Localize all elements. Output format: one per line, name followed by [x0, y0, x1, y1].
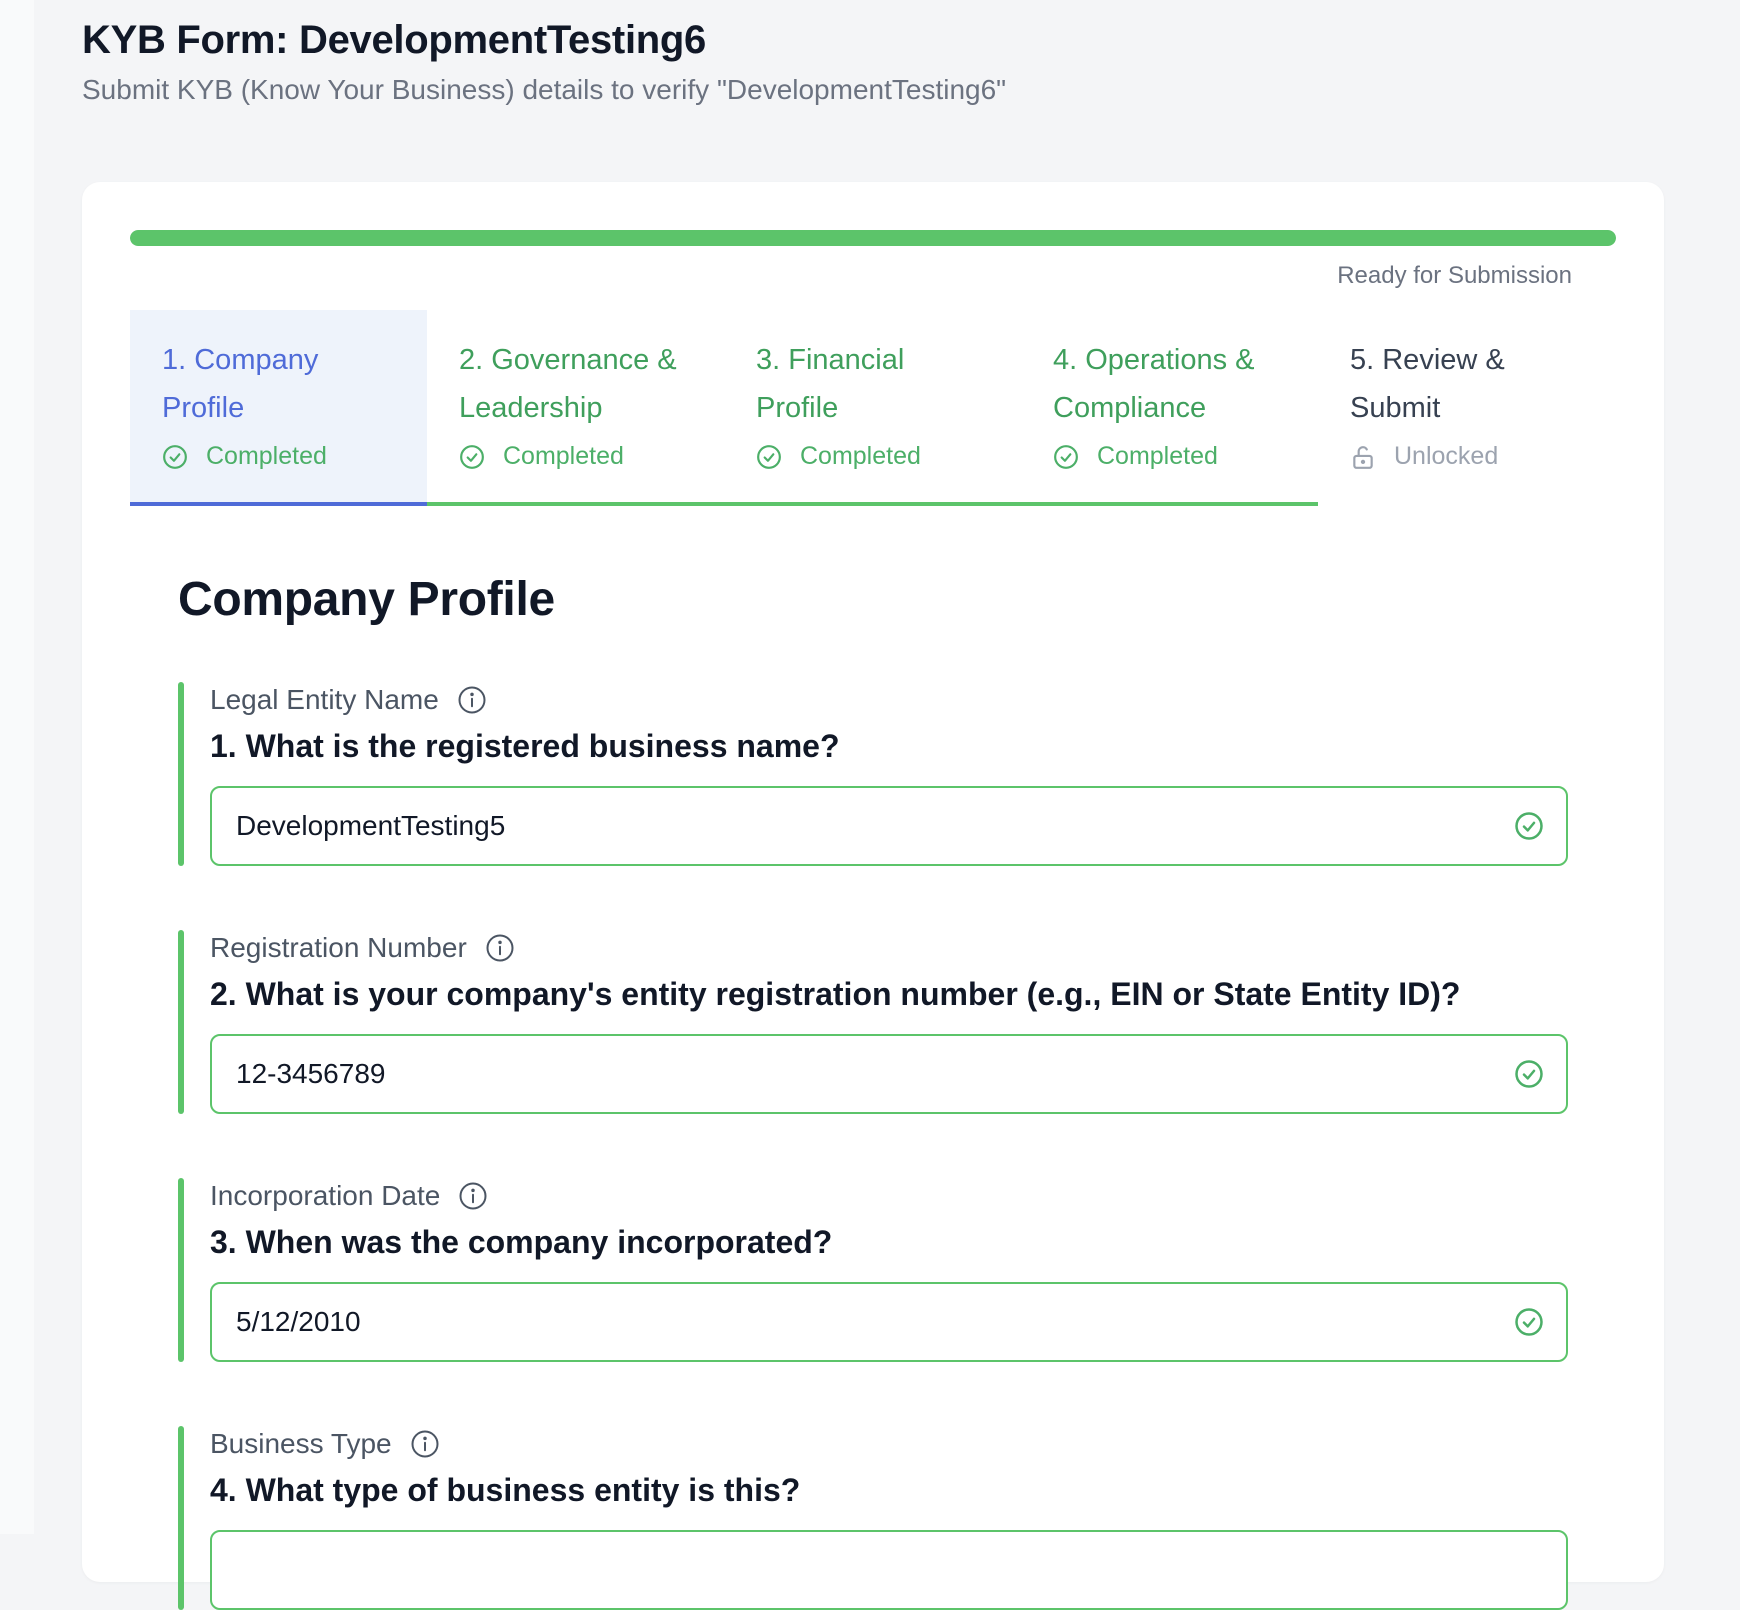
question-text: 2. What is your company's entity registr… [210, 976, 1461, 1012]
tab-label: 5. Review & Submit [1350, 344, 1505, 424]
tab-status-label: Completed [503, 442, 624, 470]
check-circle-icon [1054, 444, 1078, 469]
question-accent-bar [178, 1178, 184, 1362]
tab-status: Unlocked [1350, 442, 1583, 471]
tab-operations-compliance[interactable]: 4. Operations & Compliance Completed [1021, 310, 1318, 506]
progress-bar-fill [130, 230, 1616, 246]
tab-label: 2. Governance & Leadership [459, 344, 677, 424]
check-circle-icon [460, 444, 484, 469]
tab-governance-leadership[interactable]: 2. Governance & Leadership Completed [427, 310, 724, 506]
progress-status-text: Ready for Submission [1337, 262, 1572, 289]
question-incorporation-date: Incorporation Date 3. When was the compa… [178, 1178, 1578, 1362]
tab-underline [1318, 502, 1615, 506]
field-label: Incorporation Date [210, 1180, 488, 1212]
legal-entity-name-input[interactable] [236, 788, 1476, 864]
info-icon[interactable] [410, 1429, 440, 1459]
check-circle-icon [163, 444, 187, 469]
answer-field [210, 786, 1568, 866]
question-text: 3. When was the company incorporated? [210, 1224, 833, 1260]
info-icon[interactable] [458, 1181, 488, 1211]
tab-status-label: Completed [800, 442, 921, 470]
question-legal-entity-name: Legal Entity Name 1. What is the registe… [178, 682, 1578, 866]
tab-status: Completed [756, 442, 989, 471]
field-label-text: Legal Entity Name [210, 684, 439, 715]
tab-underline [130, 502, 427, 506]
section-title: Company Profile [178, 573, 555, 626]
tab-underline [724, 502, 1021, 506]
answer-field [210, 1530, 1568, 1610]
info-icon[interactable] [485, 933, 515, 963]
tab-status: Completed [1053, 442, 1286, 471]
check-circle-icon [757, 444, 781, 469]
check-circle-icon [1515, 812, 1543, 840]
page-subtitle: Submit KYB (Know Your Business) details … [82, 74, 1007, 105]
field-label-text: Registration Number [210, 932, 467, 963]
business-type-input[interactable] [236, 1532, 1476, 1608]
field-label-text: Incorporation Date [210, 1180, 441, 1211]
tab-underline [1021, 502, 1318, 506]
question-registration-number: Registration Number 2. What is your comp… [178, 930, 1578, 1114]
unlock-icon [1353, 445, 1373, 469]
tab-status: Completed [459, 442, 692, 471]
step-tabs: 1. Company Profile Completed 2. Governanc… [130, 310, 1616, 506]
answer-field [210, 1034, 1568, 1114]
sidebar-edge [0, 0, 34, 1534]
tab-status-label: Unlocked [1394, 442, 1499, 470]
check-circle-icon [1515, 1060, 1543, 1088]
question-accent-bar [178, 1426, 184, 1610]
field-label: Legal Entity Name [210, 684, 487, 716]
field-label: Business Type [210, 1428, 440, 1460]
field-label: Registration Number [210, 932, 515, 964]
tab-status-label: Completed [1097, 442, 1218, 470]
question-business-type: Business Type 4. What type of business e… [178, 1426, 1578, 1610]
tab-status: Completed [162, 442, 395, 471]
tab-underline [427, 502, 724, 506]
check-circle-icon [1515, 1308, 1543, 1336]
page-title: KYB Form: DevelopmentTesting6 [82, 18, 706, 62]
tab-financial-profile[interactable]: 3. Financial Profile Completed [724, 310, 1021, 506]
question-text: 4. What type of business entity is this? [210, 1472, 801, 1508]
tab-label: 3. Financial Profile [756, 344, 905, 424]
tab-company-profile[interactable]: 1. Company Profile Completed [130, 310, 427, 506]
kyb-form-page: KYB Form: DevelopmentTesting6 Submit KYB… [34, 0, 1714, 1610]
field-label-text: Business Type [210, 1428, 392, 1459]
question-accent-bar [178, 930, 184, 1114]
tab-label: 4. Operations & Compliance [1053, 344, 1255, 424]
answer-field [210, 1282, 1568, 1362]
info-icon[interactable] [457, 685, 487, 715]
form-card: Ready for Submission 1. Company Profile C… [82, 182, 1664, 1610]
registration-number-input[interactable] [236, 1036, 1476, 1112]
incorporation-date-input[interactable] [236, 1284, 1476, 1360]
progress-bar [130, 230, 1616, 246]
tab-status-label: Completed [206, 442, 327, 470]
tab-label: 1. Company Profile [162, 344, 319, 424]
tab-review-submit[interactable]: 5. Review & Submit Unlocked [1318, 310, 1615, 506]
question-accent-bar [178, 682, 184, 866]
question-text: 1. What is the registered business name? [210, 728, 840, 764]
